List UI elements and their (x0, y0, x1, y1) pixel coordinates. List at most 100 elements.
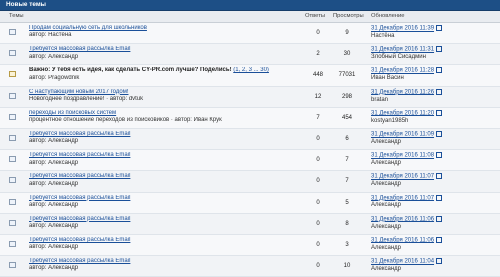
last-update: 31 Декабря 2016 11:06 Александр (371, 215, 496, 231)
topic-title-link[interactable]: Требуется массовая рассылка Email (29, 173, 130, 179)
last-post-date-link[interactable]: 31 Декабря 2016 11:06 (371, 216, 434, 222)
go-to-last-post-icon[interactable] (436, 152, 443, 159)
views-count: 77031 (338, 72, 356, 79)
topic-title-link[interactable]: Требуется массовая рассылка Email (29, 195, 130, 201)
topic-title-line: Важно: У тебя есть идея, как сделать CY-… (29, 67, 299, 74)
topic-cell: Требуется массовая рассылка Email автор:… (29, 237, 299, 252)
views-count: 8 (345, 220, 349, 227)
go-to-last-post-icon[interactable] (436, 109, 443, 116)
topic-row: Требуется массовая рассылка Email автор:… (0, 171, 500, 193)
topic-title-link[interactable]: переходы из поисковых систем (29, 110, 116, 116)
topic-icon (9, 262, 16, 269)
last-update: 31 Декабря 2016 11:28 Иван Васин (371, 67, 496, 82)
topic-title-link[interactable]: Требуется массовая рассылка Email (29, 258, 130, 264)
topic-icon (9, 29, 16, 35)
topic-icon (9, 50, 16, 57)
topic-title-link[interactable]: Требуется массовая рассылка Email (29, 46, 130, 52)
topic-title-line: Продам социальную сеть для школьников (29, 25, 299, 32)
topic-row: Требуется массовая рассылка Email автор:… (0, 256, 500, 277)
topic-icon (9, 156, 16, 163)
topic-prefix: Важно: (29, 67, 51, 74)
topic-row: Требуется массовая рассылка Email автор:… (0, 192, 500, 214)
last-post-date-link[interactable]: 31 Декабря 2016 11:07 (371, 195, 434, 201)
last-update: 31 Декабря 2016 11:06 Александр (371, 236, 496, 252)
views-count: 298 (341, 93, 352, 100)
last-post-author: Александр (371, 202, 402, 209)
topic-cell: Продам социальную сеть для школьников ав… (29, 25, 299, 40)
go-to-last-post-icon[interactable] (436, 173, 443, 180)
go-to-last-post-icon[interactable] (436, 215, 443, 222)
topic-author: автор: Александр (29, 223, 79, 230)
topic-row: Требуется массовая рассылка Email автор:… (0, 150, 500, 172)
last-update: 31 Декабря 2016 11:20 kostyan1985h (371, 109, 496, 125)
topic-title-line: Требуется массовая рассылка Email (29, 258, 299, 265)
topic-title-line: переходы из поисковых систем (29, 110, 299, 117)
topic-cell: переходы из поисковых систем процентное … (29, 110, 299, 125)
answers-count: 2 (316, 51, 320, 58)
last-update: 31 Декабря 2016 11:31 Злобный Сисадмин (371, 46, 496, 61)
answers-count: 0 (316, 263, 320, 270)
topic-row: переходы из поисковых систем процентное … (0, 107, 500, 129)
last-post-date-link[interactable]: 31 Декабря 2016 11:06 (371, 237, 434, 243)
topic-title-link[interactable]: С наступающим новым 2017 годом! (29, 89, 128, 95)
last-post-date-link[interactable]: 31 Декабря 2016 11:07 (371, 174, 434, 180)
topic-row: Важно: У тебя есть идея, как сделать CY-… (0, 65, 500, 87)
last-post-date-link[interactable]: 31 Декабря 2016 11:26 (371, 89, 434, 95)
topic-icon (9, 92, 16, 99)
go-to-last-post-icon[interactable] (436, 88, 443, 95)
answers-count: 0 (316, 135, 320, 142)
go-to-last-post-icon[interactable] (436, 236, 443, 243)
go-to-last-post-icon[interactable] (436, 46, 443, 53)
last-post-date-link[interactable]: 31 Декабря 2016 11:04 (371, 259, 434, 265)
go-to-last-post-icon[interactable] (436, 67, 443, 74)
answers-count: 0 (316, 178, 320, 185)
last-update: 31 Декабря 2016 11:04 Александр (371, 258, 496, 273)
last-post-date-link[interactable]: 31 Декабря 2016 11:08 (371, 153, 434, 159)
panel-title: Новые темы (0, 0, 500, 11)
last-post-author: bratan (371, 96, 389, 103)
views-count: 7 (345, 157, 349, 164)
answers-count: 0 (316, 157, 320, 164)
last-post-date-link[interactable]: 31 Декабря 2016 11:31 (371, 47, 434, 53)
new-topics-panel: Новые темы Темы Ответы Просмотры Обновле… (0, 0, 500, 277)
last-update: 31 Декабря 2016 11:09 Александр (371, 130, 496, 146)
topic-title-line: С наступающим новым 2017 годом! (29, 89, 299, 96)
last-update: 31 Декабря 2016 11:07 Александр (371, 194, 496, 210)
topic-icon (9, 177, 16, 184)
last-post-date-link[interactable]: 31 Декабря 2016 11:39 (371, 26, 434, 32)
topic-cell: Требуется массовая рассылка Email автор:… (29, 195, 299, 210)
topic-title-line: Требуется массовая рассылка Email (29, 46, 299, 53)
views-count: 5 (345, 199, 349, 206)
topic-title-link[interactable]: Требуется массовая рассылка Email (29, 131, 130, 137)
topic-pages[interactable]: (1, 2, 3 ... 30) (233, 67, 269, 73)
topic-title-link[interactable]: Требуется массовая рассылка Email (29, 152, 130, 158)
topic-title-link[interactable]: Продам социальную сеть для школьников (29, 25, 147, 31)
last-post-date-link[interactable]: 31 Декабря 2016 11:28 (371, 68, 434, 74)
views-count: 9 (345, 30, 349, 36)
views-count: 7 (345, 178, 349, 185)
topic-icon (9, 219, 16, 226)
last-post-author: kostyan1985h (371, 117, 409, 124)
views-count: 6 (345, 135, 349, 142)
last-post-date-link[interactable]: 31 Декабря 2016 11:09 (371, 132, 434, 138)
go-to-last-post-icon[interactable] (436, 25, 443, 31)
last-post-date-link[interactable]: 31 Декабря 2016 11:20 (371, 110, 434, 116)
answers-count: 12 (314, 93, 322, 100)
topic-author: автор: Александр (29, 201, 79, 208)
topic-title-line: Требуется массовая рассылка Email (29, 173, 299, 180)
views-count: 10 (343, 263, 351, 270)
go-to-last-post-icon[interactable] (436, 194, 443, 201)
last-post-author: Иван Васин (371, 75, 404, 82)
last-post-author: Александр (371, 160, 402, 167)
go-to-last-post-icon[interactable] (436, 258, 443, 265)
column-header-row: Темы Ответы Просмотры Обновление (0, 11, 500, 23)
topic-title-link[interactable]: У тебя есть идея, как сделать CY-PR.com … (52, 67, 232, 73)
go-to-last-post-icon[interactable] (436, 130, 443, 137)
topic-author: автор: Александр (29, 265, 79, 272)
topic-title-link[interactable]: Требуется массовая рассылка Email (29, 237, 130, 243)
last-post-author: Александр (371, 181, 402, 188)
topic-title-link[interactable]: Требуется массовая рассылка Email (29, 216, 130, 222)
answers-count: 7 (316, 114, 320, 121)
column-topics: Темы (9, 13, 24, 19)
last-update: 31 Декабря 2016 11:26 bratan (371, 88, 496, 104)
